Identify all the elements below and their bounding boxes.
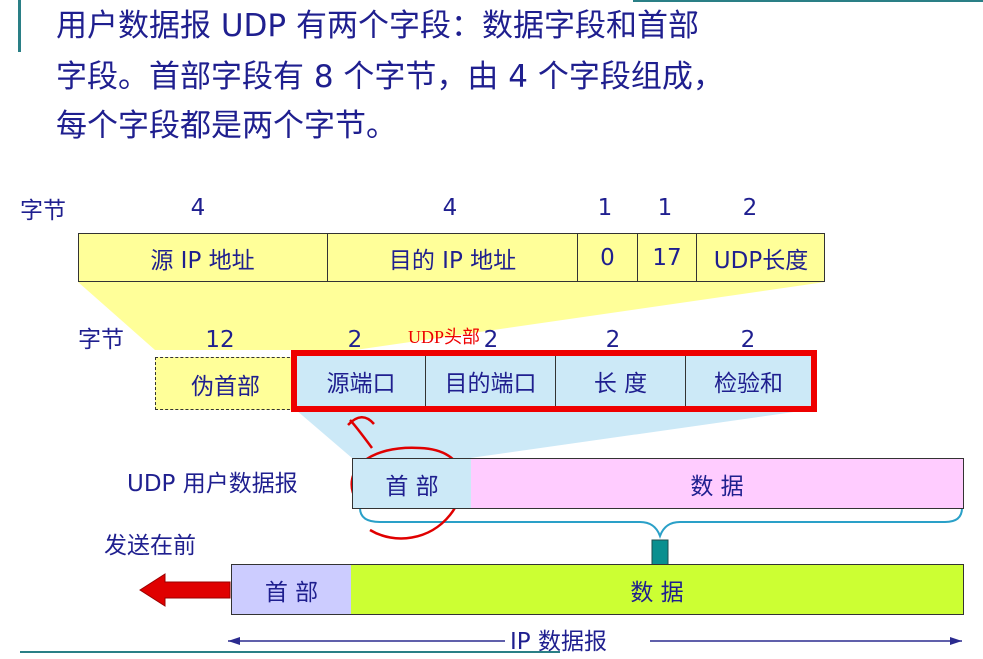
field-dest-ip: 目的 IP 地址 bbox=[327, 233, 577, 282]
byte-count: 1 bbox=[597, 195, 613, 221]
field-udp-length: UDP长度 bbox=[696, 233, 825, 282]
field-zero: 0 bbox=[577, 233, 637, 282]
byte-count: 12 bbox=[205, 327, 235, 353]
field-checksum: 检验和 bbox=[685, 356, 811, 406]
field-length: 长 度 bbox=[555, 356, 685, 406]
byte-count: 4 bbox=[442, 195, 458, 221]
udp-data-block: 数 据 bbox=[471, 458, 964, 509]
udp-header-expansion bbox=[296, 410, 808, 458]
ip-data-block: 数 据 bbox=[351, 564, 964, 615]
udp-datagram-label: UDP 用户数据报 bbox=[127, 471, 298, 497]
brace bbox=[359, 507, 963, 539]
byte-count: 4 bbox=[190, 195, 206, 221]
field-source-port: 源端口 bbox=[297, 356, 425, 406]
field-source-ip: 源 IP 地址 bbox=[150, 247, 255, 274]
field-protocol: 17 bbox=[637, 233, 696, 282]
udp-header-annotation: UDP头部 bbox=[408, 327, 481, 347]
bytes-label-2: 字节 bbox=[78, 327, 124, 353]
byte-count: 2 bbox=[742, 195, 758, 221]
udp-header-block: 首 部 bbox=[352, 458, 472, 509]
ip-datagram-label: IP 数据报 bbox=[510, 629, 607, 655]
left-arrow-icon bbox=[139, 573, 231, 607]
field-pseudo-header: 伪首部 bbox=[155, 357, 295, 410]
ip-header-block: 首 部 bbox=[231, 564, 352, 615]
bytes-label-1: 字节 bbox=[20, 198, 66, 224]
byte-count: 1 bbox=[657, 195, 673, 221]
field-dest-port: 目的端口 bbox=[425, 356, 555, 406]
send-first-label: 发送在前 bbox=[104, 533, 196, 559]
